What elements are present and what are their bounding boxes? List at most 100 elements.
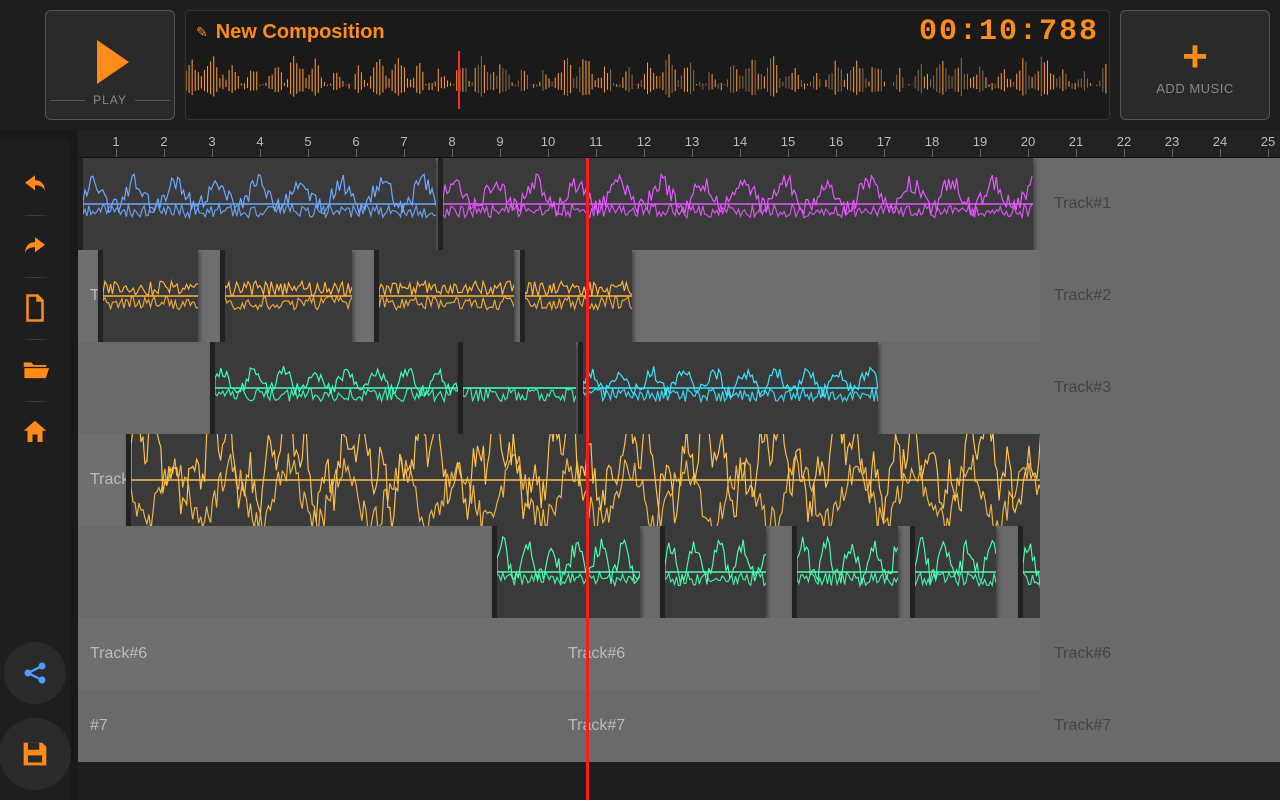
ruler-tick [500,149,501,157]
ruler-number: 1 [112,134,119,149]
redo-icon [20,231,50,261]
file-icon [20,293,50,323]
audio-clip[interactable] [78,158,436,250]
timeline-ruler[interactable]: 1234567891011121314151617181920212223242… [78,130,1280,158]
share-icon [21,659,49,687]
ruler-tick [404,149,405,157]
audio-clip[interactable] [374,250,514,342]
open-folder-button[interactable] [11,346,59,394]
track-header-right[interactable]: Track#3 [1040,342,1280,434]
audio-clip[interactable] [98,250,198,342]
ruler-tick [452,149,453,157]
audio-clip[interactable] [220,250,352,342]
ruler-number: 14 [733,134,747,149]
ruler-tick [1028,149,1029,157]
audio-clip[interactable] [1018,526,1040,618]
save-button[interactable] [0,718,71,790]
track-lane[interactable]: Track#5 [78,526,1040,618]
ruler-tick [548,149,549,157]
overview-playhead [458,51,460,109]
undo-button[interactable] [11,160,59,208]
ruler-tick [308,149,309,157]
ruler-tick [212,149,213,157]
audio-clip[interactable] [126,434,1040,526]
ruler-number: 3 [208,134,215,149]
ruler-number: 18 [925,134,939,149]
audio-clip[interactable] [210,342,458,434]
track-lane[interactable] [78,158,1040,250]
ruler-tick [1076,149,1077,157]
ruler-number: 20 [1021,134,1035,149]
play-label-row: PLAY [46,93,174,107]
track-label-mid: Track#7 [568,717,625,735]
ruler-number: 19 [973,134,987,149]
home-button[interactable] [11,408,59,456]
audio-clip[interactable] [660,526,766,618]
home-icon [20,417,50,447]
ruler-number: 21 [1069,134,1083,149]
track-name-label: Track#7 [1054,717,1111,735]
overview-waveform[interactable] [186,51,1109,119]
track-row: Track#6 Track#6 Track#6 [78,618,1280,690]
edit-title-icon[interactable]: ✎ [196,24,208,41]
track-lane[interactable]: Track#6 Track#6 [78,618,1040,690]
play-icon [91,40,129,84]
ruler-number: 10 [541,134,555,149]
add-music-label: ADD MUSIC [1156,81,1233,96]
ruler-tick [1220,149,1221,157]
overview-panel: ✎ New Composition 00:10:788 [185,10,1110,120]
ruler-tick [1268,149,1269,157]
audio-clip[interactable] [458,342,576,434]
ruler-number: 25 [1261,134,1275,149]
track-label-mid: Track#6 [568,645,625,663]
ruler-number: 4 [256,134,263,149]
track-header-right[interactable]: Track#1 [1040,158,1280,250]
ruler-number: 13 [685,134,699,149]
new-file-button[interactable] [11,284,59,332]
composition-title[interactable]: New Composition [216,21,911,44]
ruler-tick [884,149,885,157]
audio-clip[interactable] [492,526,640,618]
play-button[interactable]: PLAY [45,10,175,120]
tracks-container: Track#1T Track#2Track#3 Track#3Track# Tr… [78,158,1280,800]
ruler-tick [980,149,981,157]
track-label-left: Track#6 [90,645,147,663]
track-row: T Track#2 [78,250,1280,342]
ruler-number: 7 [400,134,407,149]
track-lane[interactable]: T [78,250,1040,342]
audio-clip[interactable] [438,158,1033,250]
track-lane[interactable]: Track# [78,434,1040,526]
undo-icon [20,169,50,199]
audio-clip[interactable] [520,250,632,342]
ruler-tick [644,149,645,157]
timeline-workspace: 1234567891011121314151617181920212223242… [78,130,1280,800]
folder-icon [20,355,50,385]
track-header-right[interactable] [1040,526,1280,618]
save-icon [18,737,52,771]
ruler-number: 24 [1213,134,1227,149]
play-label: PLAY [93,93,127,107]
overview-wave-svg [186,51,1109,119]
track-header-right[interactable]: Track#7 [1040,690,1280,762]
redo-button[interactable] [11,222,59,270]
track-header-right[interactable]: Track#6 [1040,618,1280,690]
ruler-number: 9 [496,134,503,149]
track-lane[interactable]: #7Track#7 [78,690,1040,762]
track-header-right[interactable]: Track#2 [1040,250,1280,342]
ruler-number: 16 [829,134,843,149]
audio-clip[interactable] [792,526,898,618]
audio-clip[interactable] [578,342,878,434]
track-lane[interactable]: Track#3 [78,342,1040,434]
audio-clip[interactable] [910,526,996,618]
ruler-number: 17 [877,134,891,149]
share-button[interactable] [4,642,66,704]
track-header-right[interactable] [1040,434,1280,526]
ruler-tick [788,149,789,157]
ruler-number: 22 [1117,134,1131,149]
ruler-number: 11 [589,134,603,149]
track-name-label: Track#6 [1054,645,1111,663]
ruler-tick [740,149,741,157]
main-playhead[interactable] [586,158,589,800]
track-row: Track# [78,434,1280,526]
add-music-button[interactable]: + ADD MUSIC [1120,10,1270,120]
